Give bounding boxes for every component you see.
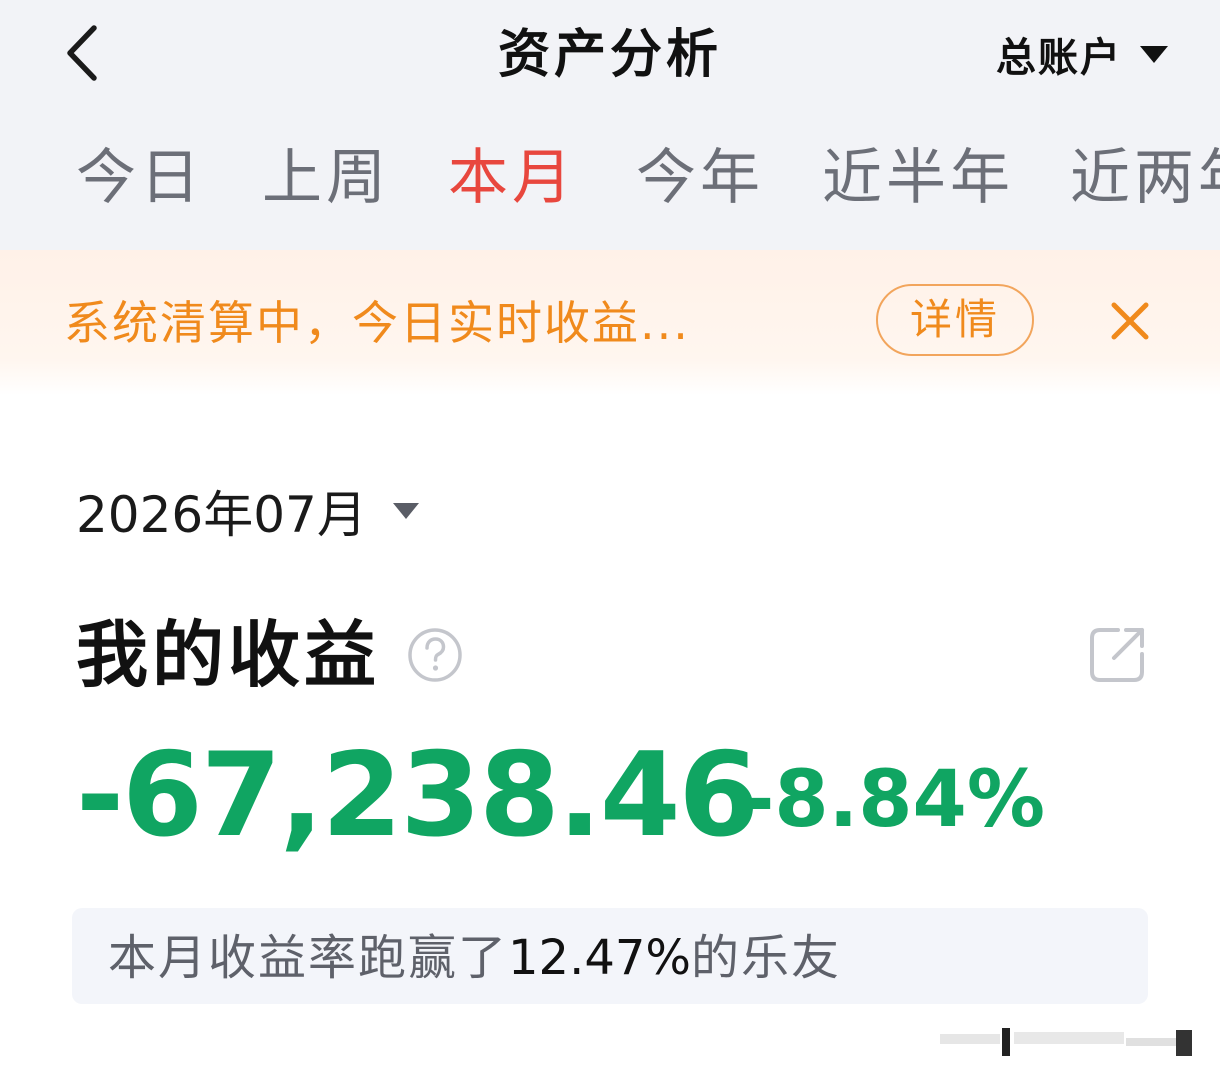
caret-down-icon bbox=[392, 503, 419, 519]
ranking-percent: 12.47% bbox=[508, 930, 692, 986]
close-icon bbox=[1111, 302, 1149, 340]
income-amount: -67,238.46 bbox=[76, 728, 759, 863]
month-selector[interactable]: 2026年07月 bbox=[76, 478, 419, 544]
tab-this-year[interactable]: 今年 bbox=[636, 140, 764, 216]
header-area: 资产分析 总账户 今日 上周 本月 今年 近半年 近两年 bbox=[0, 0, 1220, 250]
share-external-icon bbox=[1090, 628, 1144, 682]
question-circle-icon bbox=[408, 628, 462, 682]
account-label: 总账户 bbox=[996, 35, 1122, 81]
month-label: 2026年07月 bbox=[76, 486, 367, 544]
ranking-text: 本月收益率跑赢了12.47%的乐友 bbox=[108, 928, 841, 988]
notice-close-button[interactable] bbox=[1106, 297, 1154, 345]
tab-last-week[interactable]: 上周 bbox=[262, 140, 390, 216]
tab-this-month[interactable]: 本月 bbox=[448, 140, 576, 216]
period-tabs: 今日 上周 本月 今年 近半年 近两年 bbox=[0, 140, 1220, 220]
account-selector[interactable]: 总账户 bbox=[996, 28, 1168, 81]
ranking-suffix: 的乐友 bbox=[691, 930, 842, 986]
watermark-graphic bbox=[940, 1028, 1192, 1056]
help-button[interactable] bbox=[406, 626, 464, 684]
income-title: 我的收益 bbox=[76, 613, 381, 697]
tab-today[interactable]: 今日 bbox=[76, 140, 204, 216]
share-button[interactable] bbox=[1086, 622, 1150, 686]
caret-down-icon bbox=[1140, 45, 1168, 63]
ranking-prefix: 本月收益率跑赢了 bbox=[108, 930, 509, 986]
tab-half-year[interactable]: 近半年 bbox=[822, 140, 1014, 216]
notice-detail-button[interactable]: 详情 bbox=[876, 284, 1034, 356]
tab-two-years[interactable]: 近两年 bbox=[1070, 140, 1220, 216]
income-rate: -8.84% bbox=[742, 755, 1045, 845]
notice-text: 系统清算中，今日实时收益... bbox=[64, 296, 690, 350]
